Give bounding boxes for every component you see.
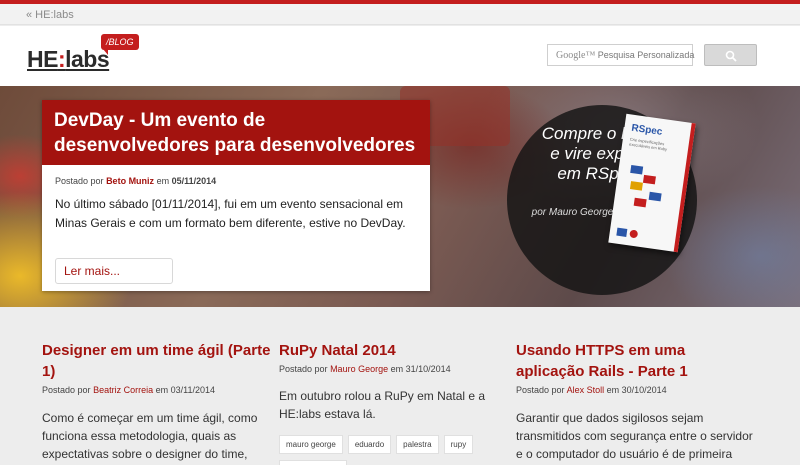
book-cover-block [633,197,647,208]
blog-tag: /BLOG [101,34,139,55]
publisher-logo [616,227,628,237]
featured-post-date: 05/11/2014 [171,176,217,186]
tag-link[interactable]: rupy [443,435,474,454]
date-label: em [155,385,169,395]
book-cover-block [629,181,643,191]
posted-by-label: Postado por [516,385,565,395]
search-icon [725,50,737,62]
featured-post-card: DevDay - Um evento de desenvolvedores pa… [42,100,430,291]
featured-author-link[interactable]: Beto Muniz [106,176,154,186]
date-label: em [390,364,404,374]
tag-link-partial[interactable] [279,460,347,465]
post-title[interactable]: RuPy Natal 2014 [279,340,519,361]
tag-link[interactable]: mauro george [279,435,343,454]
tag-link[interactable]: palestra [396,435,439,454]
post-author-link[interactable]: Alex Stoll [567,385,605,395]
post-meta: Postado por Beatriz Correia em 03/11/201… [42,385,282,395]
post-title[interactable]: Usando HTTPS em uma aplicação Rails - Pa… [516,340,756,382]
post-meta: Postado por Mauro George em 31/10/2014 [279,364,519,374]
site-header: HE:labs /BLOG Google™ Pesquisa Personali… [0,26,800,86]
post-excerpt: Como é começar em um time ágil, como fun… [42,411,258,461]
date-label: em [156,176,170,186]
date-label: em [606,385,620,395]
post-excerpt: Em outubro rolou a RuPy em Natal e a HE:… [279,389,486,421]
posted-by-label: Postado por [55,176,104,186]
helabs-logo[interactable]: HE:labs [27,46,110,73]
book-cover-block [630,164,644,175]
post-date: 03/11/2014 [170,385,216,395]
post-meta: Postado por Alex Stoll em 30/10/2014 [516,385,756,395]
book-subtitle: Crie especificações executáveis em Ruby [628,136,668,152]
book-cover-block [648,191,662,202]
read-more-button[interactable]: Ler mais... [55,258,173,284]
post-date: 30/10/2014 [621,385,667,395]
posted-by-label: Postado por [279,364,328,374]
book-title: RSpec [630,122,664,138]
search-button[interactable] [704,44,757,66]
post-tags: mauro george eduardo palestra rupy [279,435,519,454]
search-input[interactable]: Google™ Pesquisa Personalizada [547,44,694,66]
top-bar: « HE:labs [0,4,800,25]
post-date: 31/10/2014 [405,364,451,374]
search-placeholder-text: Pesquisa Personalizada [597,50,695,60]
search-placeholder: Google™ Pesquisa Personalizada [556,50,694,61]
tag-link[interactable]: eduardo [347,435,392,454]
post-author-link[interactable]: Mauro George [330,364,388,374]
publisher-logo-mark [629,229,639,239]
post-column-2: RuPy Natal 2014 Postado por Mauro George… [279,340,519,465]
featured-post-meta: Postado por Beto Muniz em 05/11/2014 [55,176,216,186]
google-brand: Google™ [556,50,596,61]
post-title[interactable]: Designer em um time ágil (Parte 1) [42,340,282,382]
featured-post-title[interactable]: DevDay - Um evento de desenvolvedores pa… [42,100,430,165]
logo-he: HE [27,46,58,72]
post-author-link[interactable]: Beatriz Correia [93,385,153,395]
post-column-1: Designer em um time ágil (Parte 1) Posta… [42,340,282,463]
post-column-3: Usando HTTPS em uma aplicação Rails - Pa… [516,340,756,463]
featured-post-excerpt: No último sábado [01/11/2014], fui em um… [55,197,406,230]
book-cover-block [642,174,656,185]
posted-by-label: Postado por [42,385,91,395]
post-excerpt: Garantir que dados sigilosos sejam trans… [516,411,753,461]
back-to-helabs-link[interactable]: « HE:labs [26,9,74,21]
promo-author: por Mauro George [531,207,614,218]
